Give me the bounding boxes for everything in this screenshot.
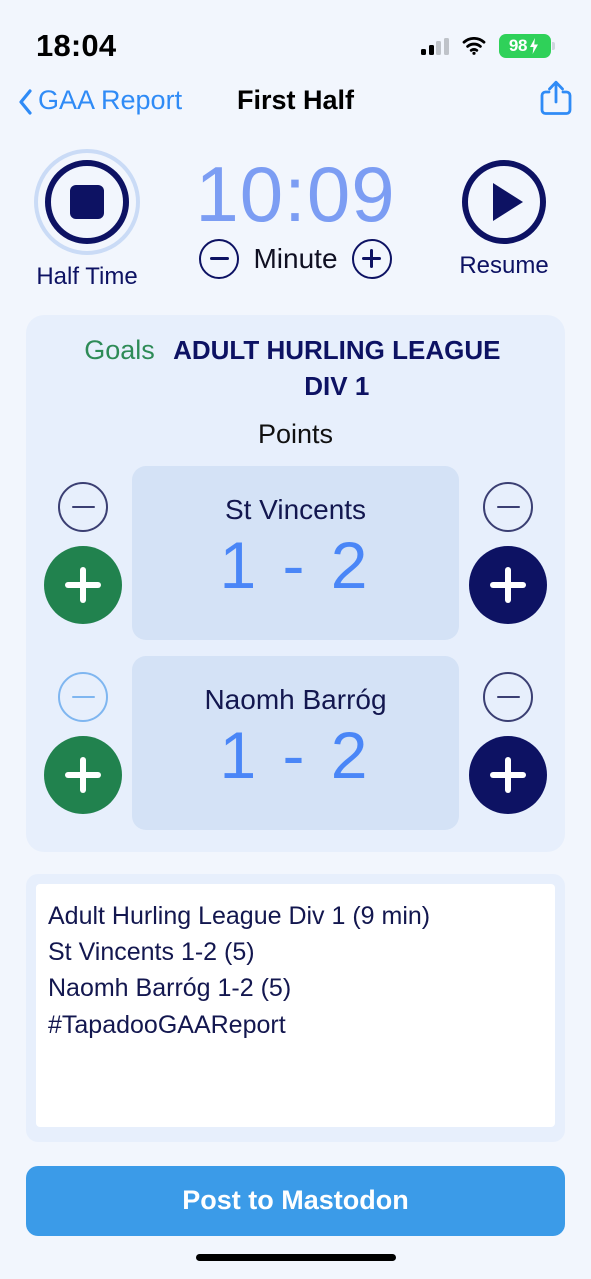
half-time-control: Half Time [22,149,152,291]
status-bar: 18:04 98 [0,0,591,75]
minus-circle-icon [496,695,520,699]
minus-circle-icon [71,695,95,699]
minute-label: Minute [253,242,338,274]
team-2-name: Naomh Barróg [204,684,387,716]
team-1-goals-plus-button[interactable] [44,545,122,624]
team-2-goals-minus-button[interactable] [58,671,108,722]
team-1-goals-controls [44,481,122,624]
team-row: St Vincents 1 - 2 [44,465,547,640]
team-2-goals-plus-button[interactable] [44,735,122,814]
team-2-score-card[interactable]: Naomh Barróg 1 - 2 [132,655,459,830]
post-to-mastodon-button[interactable]: Post to Mastodon [26,1165,565,1236]
team-2-score: 1 - 2 [219,718,372,793]
team-2-points-controls [469,671,547,814]
battery-charging-icon: 98 [498,34,555,59]
competition-name: ADULT HURLING LEAGUE DIV 1 [173,335,501,402]
minus-circle-icon [71,505,95,509]
report-text-container [26,873,565,1142]
team-2-goals-controls [44,671,122,814]
home-indicator-area [0,1236,591,1279]
minute-minus-button[interactable] [199,238,240,279]
points-column-label: Points [257,418,334,449]
team-1-score-card[interactable]: St Vincents 1 - 2 [132,465,459,640]
timer-display: 10:09 [195,150,396,239]
minus-circle-icon [496,505,520,509]
minute-plus-button[interactable] [351,238,392,279]
resume-label: Resume [459,252,549,280]
status-indicators: 98 [421,34,555,59]
table-row: Naomh Barróg 1 - 2 [44,655,547,830]
team-1-points-controls [469,481,547,624]
half-time-button[interactable] [34,149,140,256]
share-icon [539,81,573,121]
team-2-points-plus-button[interactable] [469,735,547,814]
competition-header: Goals ADULT HURLING LEAGUE DIV 1 Points [44,333,547,450]
team-1-score: 1 - 2 [219,528,372,603]
resume-button[interactable] [462,160,546,245]
report-text-input[interactable] [36,883,555,1127]
back-button[interactable]: GAA Report [18,85,182,116]
team-1-name: St Vincents [224,494,367,526]
battery-percent-label: 98 [508,36,528,56]
app-screen: 18:04 98 GAA Report First Half Half Time… [0,0,591,1279]
team-1-points-plus-button[interactable] [469,545,547,624]
pulse-ring [34,149,140,256]
team-1-points-minus-button[interactable] [483,481,533,532]
chevron-left-icon [18,89,32,115]
minus-circle-icon [209,257,229,261]
home-indicator[interactable] [195,1253,396,1261]
cellular-signal-icon [421,37,449,55]
share-button[interactable] [539,79,573,122]
navigation-bar: GAA Report First Half [0,75,591,128]
back-button-label: GAA Report [38,85,183,116]
match-timer: 10:09 Minute [152,149,439,279]
half-time-label: Half Time [36,263,138,291]
team-2-points-minus-button[interactable] [483,671,533,722]
play-icon [492,183,523,222]
scoreboard-panel: Goals ADULT HURLING LEAGUE DIV 1 Points … [26,315,565,852]
goals-column-label: Goals [84,335,155,366]
status-time: 18:04 [36,28,117,64]
minute-adjust-row: Minute [199,238,392,279]
resume-control: Resume [439,149,569,280]
team-1-goals-minus-button[interactable] [58,481,108,532]
timer-controls-row: Half Time 10:09 Minute Resume [0,127,591,291]
wifi-icon [462,37,486,56]
